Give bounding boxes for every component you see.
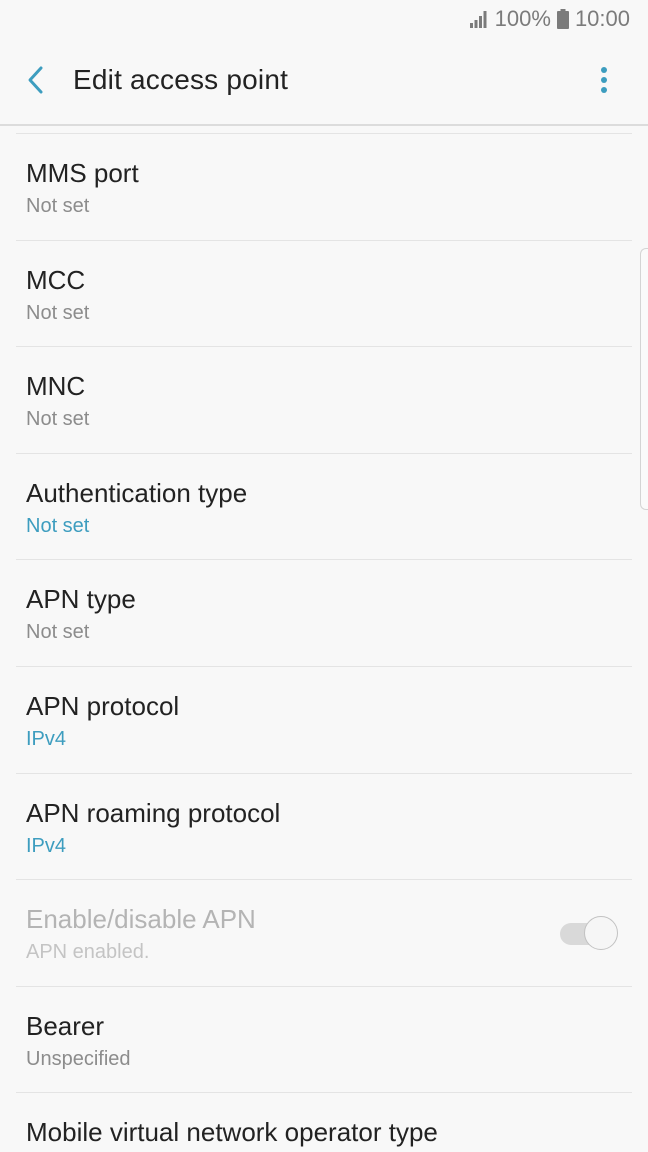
setting-value: Not set	[26, 195, 90, 217]
setting-title: Bearer	[26, 1010, 105, 1041]
battery-icon	[556, 9, 569, 29]
setting-mcc[interactable]: MCC Not set	[16, 241, 632, 348]
setting-value: APN enabled.	[26, 941, 150, 964]
setting-value: Not set	[26, 514, 90, 537]
setting-mms-port[interactable]: MMS port Not set	[16, 134, 632, 241]
scrollbar-thumb[interactable]	[640, 248, 648, 510]
setting-value: Unspecified	[26, 1047, 131, 1070]
setting-value: Not set	[26, 408, 90, 431]
setting-bearer[interactable]: Bearer Unspecified	[16, 987, 632, 1094]
setting-value: Not set	[26, 621, 90, 644]
setting-title: MMS port	[26, 158, 139, 188]
setting-title: Enable/disable APN	[26, 904, 256, 935]
status-indicators: 100% 10:00	[469, 6, 630, 32]
battery-percent: 100%	[494, 6, 551, 31]
chevron-left-icon	[25, 65, 47, 100]
back-button[interactable]	[16, 62, 56, 102]
setting-apn-protocol[interactable]: APN protocol IPv4	[16, 667, 632, 774]
signal-icon	[469, 9, 489, 29]
page-title: Edit access point	[73, 64, 289, 95]
setting-authentication-type[interactable]: Authentication type Not set	[16, 454, 632, 561]
apn-enable-toggle[interactable]	[560, 916, 618, 951]
toggle-thumb	[584, 916, 618, 951]
setting-value: IPv4	[26, 834, 67, 857]
setting-title: APN protocol	[26, 690, 180, 721]
setting-apn-type[interactable]: APN type Not set	[16, 560, 632, 667]
screen: 100% 10:00 Edit access point MMS port No…	[0, 0, 648, 1152]
setting-title: MNC	[26, 371, 86, 402]
setting-title: MCC	[26, 264, 86, 295]
settings-list: MMS port Not set MCC Not set MNC Not set…	[0, 134, 648, 1152]
clock: 10:00	[574, 6, 630, 31]
setting-title: APN type	[26, 584, 136, 615]
app-bar: Edit access point	[0, 40, 648, 124]
more-options-button[interactable]	[584, 62, 624, 102]
setting-mnc[interactable]: MNC Not set	[16, 347, 632, 454]
status-bar: 100% 10:00	[0, 0, 648, 40]
setting-apn-roaming-protocol[interactable]: APN roaming protocol IPv4	[16, 774, 632, 881]
setting-value: Not set	[26, 301, 90, 324]
setting-mvno-type[interactable]: Mobile virtual network operator type	[16, 1093, 632, 1152]
more-vertical-icon	[600, 66, 608, 99]
setting-value: IPv4	[26, 727, 67, 750]
app-bar-divider	[0, 124, 648, 126]
setting-title: Mobile virtual network operator type	[26, 1117, 438, 1148]
setting-enable-disable-apn: Enable/disable APN APN enabled.	[16, 880, 632, 987]
setting-title: APN roaming protocol	[26, 797, 281, 828]
setting-title: Authentication type	[26, 477, 248, 508]
